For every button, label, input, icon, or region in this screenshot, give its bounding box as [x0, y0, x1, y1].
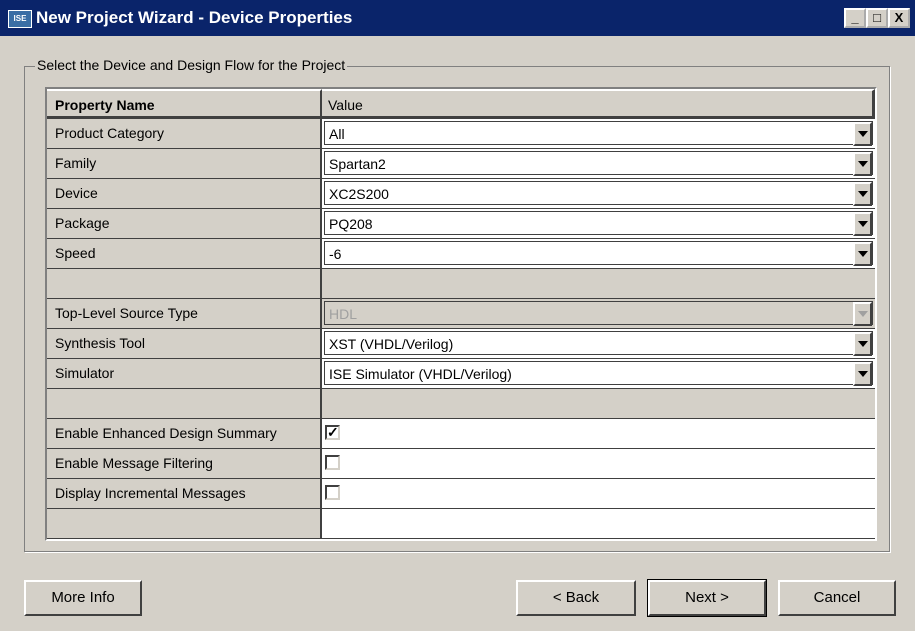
value-header: Value — [322, 89, 875, 119]
row-label: Enable Enhanced Design Summary — [47, 419, 322, 449]
simulator-select[interactable]: ISE Simulator (VHDL/Verilog) — [324, 361, 873, 386]
chevron-down-icon[interactable] — [853, 212, 872, 236]
row-display-incremental-messages: Display Incremental Messages — [47, 479, 875, 509]
empty-row — [47, 509, 875, 539]
package-select[interactable]: PQ208 — [324, 211, 873, 236]
spacer-row — [47, 389, 875, 419]
row-label: Display Incremental Messages — [47, 479, 322, 509]
incremental-messages-checkbox[interactable] — [325, 485, 340, 500]
select-value: XST (VHDL/Verilog) — [329, 336, 454, 352]
synthesis-tool-select[interactable]: XST (VHDL/Verilog) — [324, 331, 873, 356]
row-top-level-source-type: Top-Level Source Type HDL — [47, 299, 875, 329]
title-bar: ISE New Project Wizard - Device Properti… — [0, 0, 915, 36]
select-value: XC2S200 — [329, 186, 389, 202]
row-synthesis-tool: Synthesis Tool XST (VHDL/Verilog) — [47, 329, 875, 359]
row-label: Enable Message Filtering — [47, 449, 322, 479]
device-group-box: Select the Device and Design Flow for th… — [24, 57, 890, 552]
row-enable-enhanced-design-summary: Enable Enhanced Design Summary ✓ — [47, 419, 875, 449]
maximize-button[interactable]: □ — [866, 8, 888, 28]
grid-header: Property Name Value — [47, 89, 875, 119]
family-select[interactable]: Spartan2 — [324, 151, 873, 176]
row-enable-message-filtering: Enable Message Filtering — [47, 449, 875, 479]
row-label: Package — [47, 209, 322, 239]
select-value: -6 — [329, 246, 342, 262]
select-value: All — [329, 126, 345, 142]
row-label: Family — [47, 149, 322, 179]
group-legend: Select the Device and Design Flow for th… — [35, 57, 348, 73]
select-value: HDL — [329, 306, 358, 322]
message-filtering-checkbox[interactable] — [325, 455, 340, 470]
chevron-down-icon[interactable] — [853, 242, 872, 266]
row-product-category: Product Category All — [47, 119, 875, 149]
row-simulator: Simulator ISE Simulator (VHDL/Verilog) — [47, 359, 875, 389]
minimize-button[interactable]: _ — [844, 8, 866, 28]
device-select[interactable]: XC2S200 — [324, 181, 873, 206]
select-value: PQ208 — [329, 216, 373, 232]
select-value: Spartan2 — [329, 156, 386, 172]
enhanced-summary-checkbox[interactable]: ✓ — [325, 425, 340, 440]
top-level-source-type-select: HDL — [324, 301, 873, 326]
speed-select[interactable]: -6 — [324, 241, 873, 266]
chevron-down-icon[interactable] — [853, 362, 872, 386]
chevron-down-icon[interactable] — [853, 152, 872, 176]
chevron-down-icon[interactable] — [853, 182, 872, 206]
more-info-button[interactable]: More Info — [24, 580, 142, 616]
row-label: Top-Level Source Type — [47, 299, 322, 329]
spacer-row — [47, 269, 875, 299]
property-grid: Property Name Value Product Category All… — [45, 87, 877, 541]
row-label: Speed — [47, 239, 322, 269]
back-button[interactable]: < Back — [516, 580, 636, 616]
app-icon: ISE — [8, 10, 32, 28]
row-label: Synthesis Tool — [47, 329, 322, 359]
close-button[interactable]: X — [888, 8, 910, 28]
property-name-header: Property Name — [47, 89, 322, 119]
row-label: Device — [47, 179, 322, 209]
chevron-down-icon[interactable] — [853, 122, 872, 146]
row-package: Package PQ208 — [47, 209, 875, 239]
next-button[interactable]: Next > — [647, 579, 767, 617]
row-family: Family Spartan2 — [47, 149, 875, 179]
row-label: Product Category — [47, 119, 322, 149]
select-value: ISE Simulator (VHDL/Verilog) — [329, 366, 512, 382]
row-label: Simulator — [47, 359, 322, 389]
product-category-select[interactable]: All — [324, 121, 873, 146]
chevron-down-icon[interactable] — [853, 332, 872, 356]
window-title: New Project Wizard - Device Properties — [36, 8, 353, 27]
cancel-button[interactable]: Cancel — [778, 580, 896, 616]
row-speed: Speed -6 — [47, 239, 875, 269]
row-device: Device XC2S200 — [47, 179, 875, 209]
chevron-down-icon — [853, 302, 872, 326]
